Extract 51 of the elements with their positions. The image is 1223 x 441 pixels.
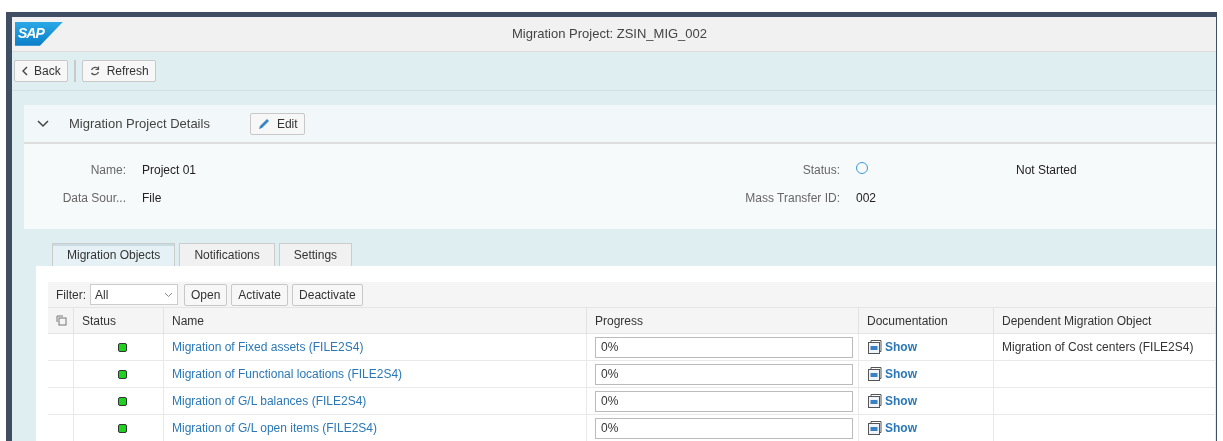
progress-field: 0%	[595, 336, 853, 358]
object-link[interactable]: Migration of G/L balances (FILE2S4)	[172, 394, 367, 408]
document-icon	[867, 366, 883, 382]
show-link[interactable]: Show	[867, 420, 917, 436]
tab[interactable]: Migration Objects	[52, 243, 176, 266]
document-icon	[867, 339, 883, 355]
select-all-icon[interactable]	[56, 315, 67, 326]
document-icon	[867, 420, 883, 436]
show-link[interactable]: Show	[867, 366, 917, 382]
column-header: Dependent Migration Object	[994, 307, 1216, 334]
object-link[interactable]: Migration of Functional locations (FILE2S4)	[172, 367, 403, 381]
pencil-icon	[256, 116, 271, 131]
column-header: Documentation	[859, 307, 994, 334]
window-title: Migration Project: ZSIN_MIG_002	[510, 26, 709, 42]
tab[interactable]: Notifications	[179, 243, 275, 266]
show-link[interactable]: Show	[867, 339, 917, 355]
progress-field: 0%	[595, 390, 853, 412]
back-button[interactable]: Back	[14, 59, 68, 82]
filter-dropdown[interactable]: All	[90, 284, 178, 305]
row-selector-cell[interactable]	[48, 334, 74, 361]
document-icon	[867, 393, 883, 409]
table-cell: Migration of Cost centers (FILE2S4)	[1002, 340, 1194, 354]
field-value: File	[142, 191, 163, 205]
field-label: Status:	[801, 162, 841, 177]
status-value: Not Started	[1016, 162, 1078, 177]
sap-logo: SAP	[15, 21, 63, 46]
section-title: Migration Project Details	[69, 116, 210, 131]
progress-field: 0%	[595, 363, 853, 385]
chevron-icon[interactable]	[37, 119, 49, 128]
action-button[interactable]: Open	[184, 283, 228, 306]
action-button[interactable]: Deactivate	[292, 283, 363, 306]
object-link[interactable]: Migration of Fixed assets (FILE2S4)	[172, 340, 364, 354]
progress-field: 0%	[595, 417, 853, 439]
field-value: 002	[856, 191, 878, 205]
back-icon	[21, 65, 28, 76]
object-link[interactable]: Migration of G/L open items (FILE2S4)	[172, 421, 377, 435]
show-link[interactable]: Show	[867, 393, 917, 409]
action-button[interactable]: Activate	[231, 283, 289, 306]
field-label: Data Sour...	[61, 191, 127, 205]
refresh-icon	[88, 64, 101, 77]
column-header: Status	[74, 307, 164, 334]
tab[interactable]: Settings	[278, 243, 353, 266]
field-label: Name:	[89, 162, 127, 177]
field-label: Mass Transfer ID:	[744, 191, 841, 205]
caret-icon	[164, 291, 173, 298]
column-header: Progress	[587, 307, 859, 334]
edit-button[interactable]: Edit	[249, 112, 305, 135]
filter-label: Filter:	[56, 287, 86, 302]
column-header: Name	[164, 307, 587, 334]
refresh-button[interactable]: Refresh	[81, 59, 156, 82]
field-value: Project 01	[142, 162, 198, 177]
